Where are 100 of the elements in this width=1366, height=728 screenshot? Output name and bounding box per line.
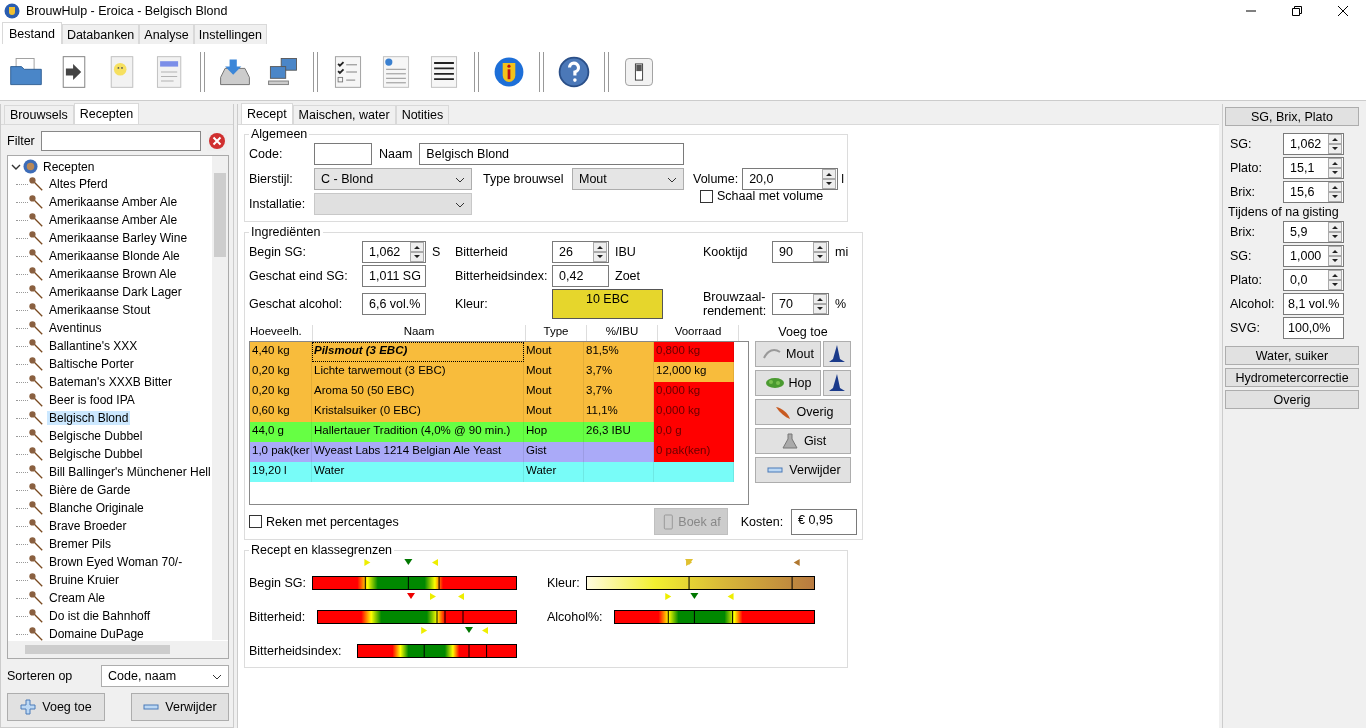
flask-icon[interactable] bbox=[779, 433, 800, 449]
spin-arrows-icon[interactable] bbox=[822, 168, 837, 189]
tree-item[interactable]: Do ist die Bahnhoff bbox=[47, 609, 153, 623]
recipe-tab[interactable]: Notities bbox=[395, 105, 450, 124]
spinbox[interactable]: 70 bbox=[772, 293, 829, 315]
tree-item[interactable]: Baltische Porter bbox=[47, 357, 136, 371]
ribbon-tab[interactable]: Analyse bbox=[139, 24, 194, 44]
scrollbar[interactable] bbox=[8, 641, 228, 658]
tree-item[interactable]: Amerikaanse Stout bbox=[47, 303, 153, 317]
tree-item[interactable]: Brown Eyed Woman 70/- bbox=[47, 555, 185, 569]
value-field[interactable]: 100,0% bbox=[1283, 317, 1344, 339]
tree-item[interactable]: Bill Ballinger's Münchener Hell bbox=[47, 465, 213, 479]
value-field[interactable]: 0,42 bbox=[552, 265, 609, 287]
spin-arrows-icon[interactable] bbox=[1328, 134, 1342, 154]
spinbox[interactable]: 1,000 bbox=[1283, 245, 1344, 267]
add-button[interactable]: Mout bbox=[755, 341, 821, 367]
section-button[interactable]: SG, Brix, Plato bbox=[1225, 107, 1359, 126]
caret-icon[interactable] bbox=[455, 176, 465, 183]
table-cell[interactable]: Water bbox=[524, 462, 584, 482]
spinbox[interactable]: 1,062 bbox=[1283, 133, 1344, 155]
filter-field[interactable] bbox=[40, 131, 201, 151]
tree-item[interactable]: Bateman's XXXB Bitter bbox=[47, 375, 174, 389]
field-label: Geschat alcohol: bbox=[249, 297, 344, 311]
spinbox[interactable]: 1,062 bbox=[362, 241, 426, 263]
table-cell[interactable]: 19,20 l bbox=[250, 462, 312, 482]
tree-item[interactable]: Belgische Dubbel bbox=[47, 429, 145, 443]
tree-item[interactable]: Belgisch Blond bbox=[47, 411, 131, 425]
close-icon[interactable] bbox=[1338, 6, 1348, 16]
volume-spinbox[interactable]: 20,0 bbox=[742, 167, 839, 190]
spin-arrows-icon[interactable] bbox=[1328, 246, 1342, 266]
name-field[interactable]: Belgisch Blond bbox=[419, 142, 685, 165]
tree-item[interactable]: Aventinus bbox=[47, 321, 104, 335]
clear-icon[interactable] bbox=[206, 131, 227, 151]
tree-item[interactable]: Bière de Garde bbox=[47, 483, 133, 497]
tree-item[interactable]: Altes Pferd bbox=[47, 177, 110, 191]
tree-item[interactable]: Amerikaanse Brown Ale bbox=[47, 267, 179, 281]
spin-arrows-icon[interactable] bbox=[593, 242, 607, 262]
value-field[interactable]: 6,6 vol.% bbox=[362, 293, 426, 315]
code-field[interactable] bbox=[314, 142, 372, 165]
tree-item[interactable]: Blanche Originale bbox=[47, 501, 146, 515]
tree-root[interactable]: Recepten bbox=[41, 159, 97, 174]
help-icon[interactable] bbox=[556, 54, 592, 90]
spin-arrows-icon[interactable] bbox=[1328, 222, 1342, 242]
spinbox[interactable]: 26 bbox=[552, 241, 609, 263]
scale-checkbox[interactable]: Schaal met volume bbox=[700, 189, 824, 203]
add-button[interactable]: Voeg toe bbox=[7, 693, 105, 721]
spinbox[interactable]: 15,1 bbox=[1283, 157, 1344, 179]
spinbox[interactable]: 5,9 bbox=[1283, 221, 1344, 243]
spin-arrows-icon[interactable] bbox=[813, 242, 827, 262]
tree-item[interactable]: Amerikaanse Amber Ale bbox=[47, 195, 180, 209]
tree-item[interactable]: Amerikaanse Amber Ale bbox=[47, 213, 180, 227]
value-field[interactable]: 1,011 SG bbox=[362, 265, 426, 287]
tree-item[interactable]: Amerikaanse Blonde Ale bbox=[47, 249, 182, 263]
tree-item[interactable]: Domaine DuPage bbox=[47, 627, 146, 641]
tree-item[interactable]: Brave Broeder bbox=[47, 519, 129, 533]
remove-button[interactable]: Verwijder bbox=[755, 457, 851, 483]
scrollbar[interactable] bbox=[212, 156, 228, 640]
spin-arrows-icon[interactable] bbox=[410, 242, 424, 262]
add-button[interactable]: Overig bbox=[755, 399, 851, 425]
section-button[interactable]: Hydrometercorrectie bbox=[1225, 368, 1359, 387]
ribbon-tab[interactable]: Instellingen bbox=[193, 24, 268, 44]
caret-icon[interactable] bbox=[212, 674, 222, 680]
percentages-checkbox[interactable]: Reken met percentages bbox=[249, 514, 399, 529]
table-cell[interactable]: Water bbox=[312, 462, 524, 482]
mallet-icon bbox=[28, 626, 44, 642]
recipe-tab[interactable]: Recept bbox=[241, 103, 293, 124]
style-dropdown[interactable]: C - Blond bbox=[314, 167, 472, 190]
restore-icon[interactable] bbox=[1292, 6, 1302, 16]
panel-tab[interactable]: Brouwsels bbox=[4, 105, 74, 124]
ribbon-tab[interactable]: Databanken bbox=[61, 24, 140, 44]
spinbox[interactable]: 15,6 bbox=[1283, 181, 1344, 203]
recipe-tab[interactable]: Maischen, water bbox=[292, 105, 396, 124]
add-button[interactable]: Hop bbox=[755, 370, 821, 396]
tree-item[interactable]: Amerikaanse Dark Lager bbox=[47, 285, 184, 299]
ribbon-tab[interactable]: Bestand bbox=[2, 22, 62, 44]
caret-icon[interactable] bbox=[667, 176, 677, 183]
spin-arrows-icon[interactable] bbox=[1328, 158, 1342, 178]
spinbox[interactable]: 90 bbox=[772, 241, 829, 263]
panel-tab[interactable]: Recepten bbox=[73, 103, 140, 124]
spin-arrows-icon[interactable] bbox=[1328, 182, 1342, 202]
sort-dropdown[interactable]: Code, naam bbox=[101, 665, 229, 687]
value-field[interactable]: 8,1 vol.% bbox=[1283, 293, 1344, 315]
tree-item[interactable]: Ballantine's XXX bbox=[47, 339, 140, 353]
tree-item[interactable]: Amerikaanse Barley Wine bbox=[47, 231, 190, 245]
type-dropdown[interactable]: Mout bbox=[572, 167, 684, 190]
section-button[interactable]: Water, suiker bbox=[1225, 346, 1359, 365]
section-button[interactable]: Overig bbox=[1225, 390, 1359, 409]
spinbox[interactable]: 0,0 bbox=[1283, 269, 1344, 291]
add-button[interactable]: Gist bbox=[755, 428, 851, 454]
tree-item[interactable]: Bruine Kruier bbox=[47, 573, 122, 587]
field-label: Installatie: bbox=[249, 197, 307, 211]
leaf-icon[interactable] bbox=[764, 375, 785, 391]
tree-item[interactable]: Bremer Pils bbox=[47, 537, 113, 551]
tree-item[interactable]: Beer is food IPA bbox=[47, 393, 137, 407]
cost-field[interactable]: € 0,95 bbox=[791, 508, 858, 535]
spin-arrows-icon[interactable] bbox=[1328, 270, 1342, 290]
spin-arrows-icon[interactable] bbox=[813, 294, 827, 314]
tree-item[interactable]: Cream Ale bbox=[47, 591, 108, 605]
remove-button[interactable]: Verwijder bbox=[131, 693, 229, 721]
tree-item[interactable]: Belgische Dubbel bbox=[47, 447, 145, 461]
